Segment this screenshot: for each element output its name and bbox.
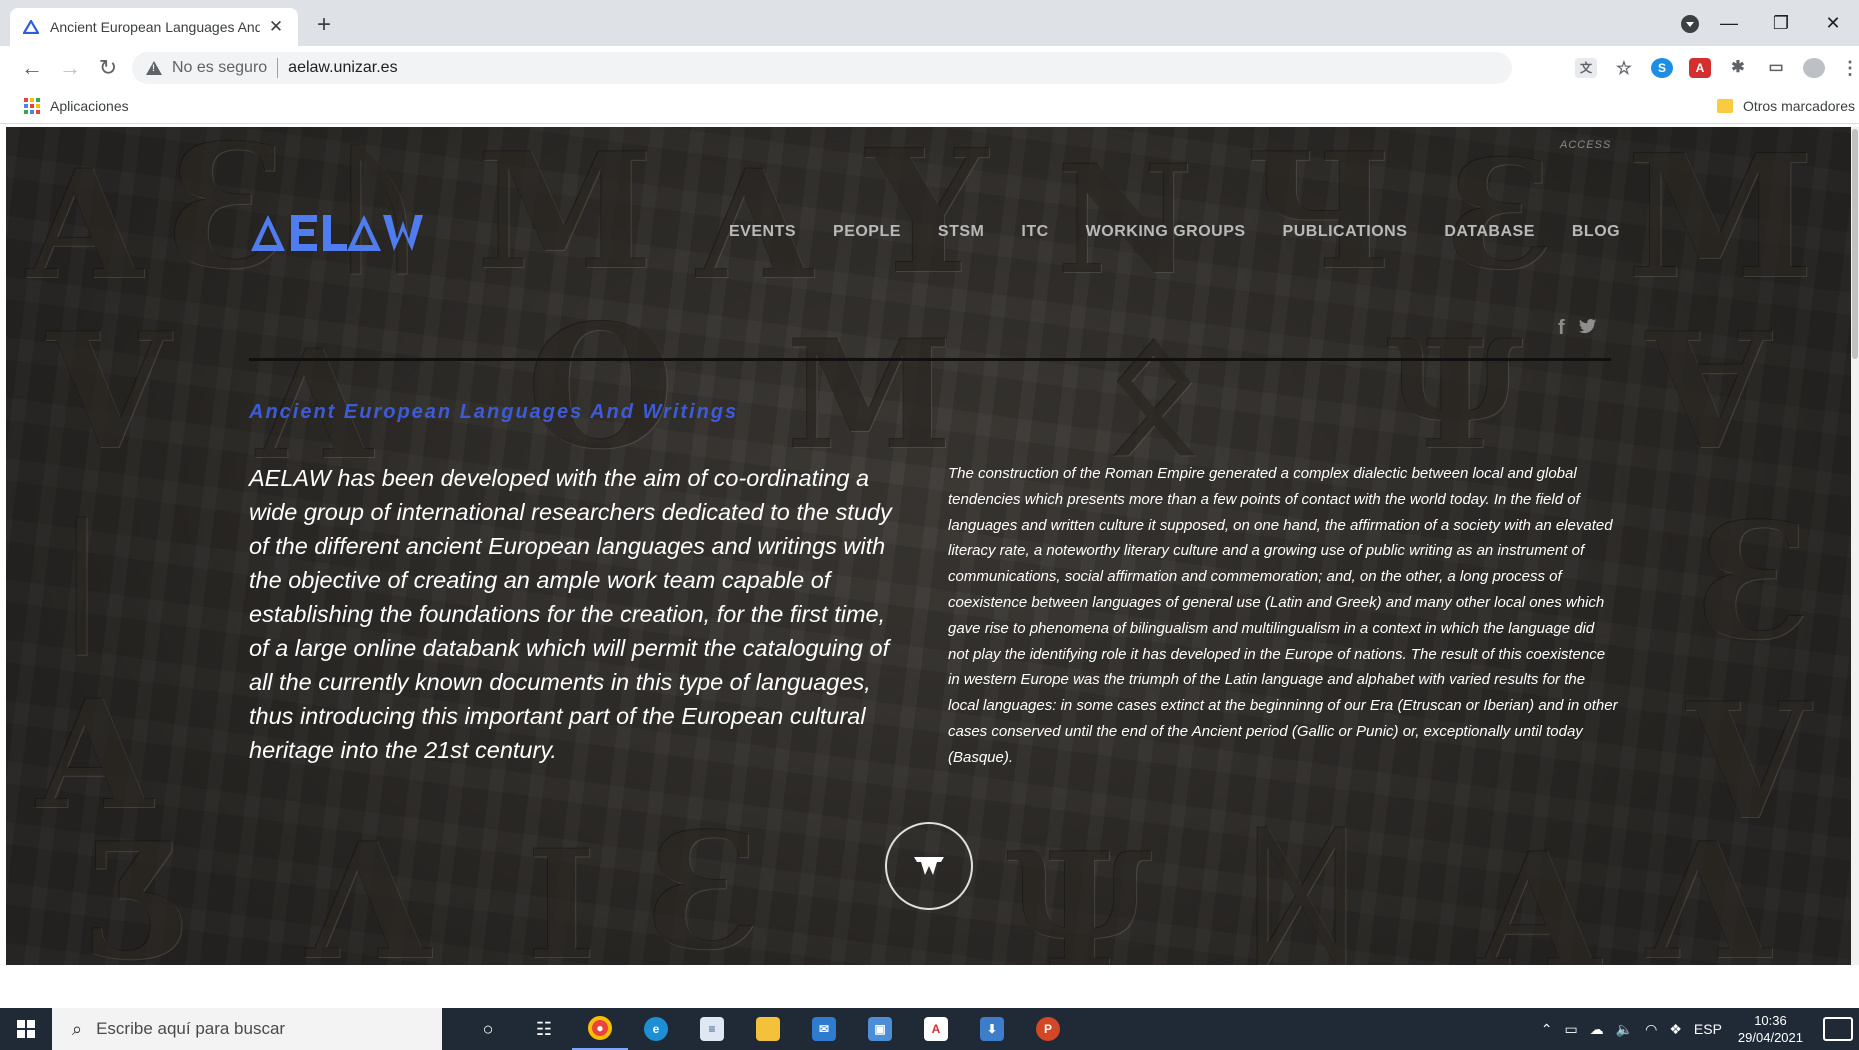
- window-controls: — ❐ ✕: [1703, 0, 1859, 46]
- aelaw-logo[interactable]: [249, 209, 425, 255]
- task-view-icon[interactable]: ☷: [516, 1008, 572, 1050]
- reload-icon[interactable]: ↻: [94, 54, 122, 82]
- intro-lead-text: AELAW has been developed with the aim of…: [249, 465, 892, 763]
- tab-search-icon[interactable]: [1681, 15, 1699, 33]
- hero-section: A Ɛ ᚢ M Λ Y N Ч Ɛ M V Ʌ O M ᛟ Ψ Ɐ ᛁ Ɛ A …: [6, 127, 1851, 965]
- file-icon[interactable]: ≡: [684, 1008, 740, 1050]
- page-scrollbar[interactable]: [1851, 127, 1859, 965]
- back-arrow-icon[interactable]: ←: [18, 54, 46, 82]
- taskbar-apps: ○ ☷ ● e ≡ ✉ ▣ A ⬇ P: [460, 1008, 1076, 1050]
- minimize-button[interactable]: —: [1703, 13, 1755, 34]
- not-secure-warning-icon[interactable]: [146, 61, 162, 75]
- file-explorer-icon[interactable]: [740, 1008, 796, 1050]
- language-indicator[interactable]: ESP: [1694, 1021, 1722, 1037]
- clock-date: 29/04/2021: [1737, 1030, 1803, 1045]
- nav-blog[interactable]: BLOG: [1572, 223, 1620, 241]
- chevron-up-icon[interactable]: ⌃: [1541, 1021, 1553, 1038]
- remote-desktop-icon[interactable]: ▣: [852, 1008, 908, 1050]
- wifi-icon[interactable]: ◠: [1645, 1021, 1657, 1038]
- tab-strip: Ancient European Languages And Writings …: [0, 0, 1859, 46]
- scroll-down-button[interactable]: [885, 822, 973, 910]
- nav-working-groups[interactable]: WORKING GROUPS: [1086, 223, 1246, 241]
- search-icon: ⌕: [72, 1018, 83, 1039]
- security-label[interactable]: No es seguro: [172, 59, 267, 77]
- address-bar[interactable]: No es seguro aelaw.unizar.es: [132, 52, 1512, 84]
- url-text[interactable]: aelaw.unizar.es: [288, 59, 397, 77]
- omnibox-divider: [277, 58, 279, 78]
- folder-icon: [1716, 99, 1733, 113]
- nav-database[interactable]: DATABASE: [1444, 223, 1535, 241]
- windows-taskbar: ⌕ Escribe aquí para buscar ○ ☷ ● e ≡ ✉ ▣…: [0, 1008, 1859, 1050]
- other-bookmarks[interactable]: Otros marcadores: [1716, 98, 1855, 114]
- download-app-icon[interactable]: ⬇: [964, 1008, 1020, 1050]
- taskbar-search[interactable]: ⌕ Escribe aquí para buscar: [52, 1008, 442, 1050]
- powerpoint-icon[interactable]: P: [1020, 1008, 1076, 1050]
- extensions-puzzle-icon[interactable]: ✱: [1727, 58, 1749, 78]
- cortana-icon[interactable]: ○: [460, 1008, 516, 1050]
- tab-title: Ancient European Languages And Writings: [50, 19, 260, 35]
- dropbox-icon[interactable]: ❖: [1669, 1021, 1682, 1038]
- site-subtitle: Ancient European Languages And Writings: [249, 401, 739, 423]
- restore-button[interactable]: ❐: [1755, 13, 1807, 34]
- w-logo-icon: [914, 857, 944, 875]
- new-tab-button[interactable]: +: [310, 12, 338, 40]
- chrome-icon[interactable]: ●: [572, 1008, 628, 1050]
- facebook-icon[interactable]: f: [1558, 317, 1565, 340]
- bookmarks-bar: Aplicaciones Otros marcadores: [0, 90, 1859, 124]
- volume-icon[interactable]: 🔈: [1616, 1021, 1633, 1038]
- header-divider: [249, 358, 1611, 361]
- nav-itc[interactable]: ITC: [1021, 223, 1048, 241]
- skype-icon[interactable]: S: [1651, 58, 1673, 78]
- extension-icons: 文 ☆ S A ✱ ▭ ⋮: [1567, 54, 1859, 82]
- system-tray: ⌃ ▭ ☁ 🔈 ◠ ❖ ESP 10:36 29/04/2021: [1535, 1008, 1859, 1050]
- social-links: f: [1558, 317, 1611, 340]
- intro-body-text: The construction of the Roman Empire gen…: [948, 465, 1618, 766]
- access-link[interactable]: ACCESS: [1560, 139, 1611, 151]
- translate-icon[interactable]: 文: [1575, 58, 1597, 78]
- other-bookmarks-label: Otros marcadores: [1742, 98, 1855, 114]
- edge-icon[interactable]: e: [628, 1008, 684, 1050]
- taskbar-search-placeholder: Escribe aquí para buscar: [96, 1019, 286, 1038]
- nav-publications[interactable]: PUBLICATIONS: [1283, 223, 1408, 241]
- apps-shortcut[interactable]: Aplicaciones: [24, 98, 129, 114]
- clock-time: 10:36: [1754, 1013, 1787, 1028]
- browser-toolbar: ← → ↻ No es seguro aelaw.unizar.es 文 ☆ S…: [0, 46, 1859, 90]
- nav-stsm[interactable]: STSM: [938, 223, 984, 241]
- nav-people[interactable]: PEOPLE: [833, 223, 901, 241]
- tab-close-icon[interactable]: ✕: [266, 17, 286, 37]
- browser-tab[interactable]: Ancient European Languages And Writings …: [10, 8, 298, 46]
- windows-logo-icon: [17, 1020, 35, 1038]
- close-window-button[interactable]: ✕: [1807, 13, 1859, 34]
- apps-label: Aplicaciones: [50, 98, 129, 114]
- aelaw-favicon-icon: [22, 18, 40, 36]
- onedrive-cloud-icon[interactable]: ☁: [1590, 1021, 1604, 1038]
- scrollbar-thumb[interactable]: [1852, 129, 1858, 359]
- cast-icon[interactable]: ▭: [1765, 58, 1787, 78]
- acrobat-icon[interactable]: A: [908, 1008, 964, 1050]
- start-button[interactable]: [0, 1008, 52, 1050]
- notifications-icon[interactable]: [1823, 1017, 1853, 1041]
- pdf-extension-icon[interactable]: A: [1689, 58, 1711, 78]
- bookmark-star-icon[interactable]: ☆: [1613, 58, 1635, 78]
- nav-events[interactable]: EVENTS: [729, 223, 796, 241]
- clock[interactable]: 10:36 29/04/2021: [1738, 1012, 1803, 1046]
- battery-icon[interactable]: ▭: [1564, 1021, 1577, 1038]
- apps-grid-icon: [24, 98, 40, 114]
- main-nav: EVENTS PEOPLE STSM ITC WORKING GROUPS PU…: [729, 223, 1620, 241]
- profile-avatar-icon[interactable]: [1803, 58, 1825, 78]
- forward-arrow-icon[interactable]: →: [56, 54, 84, 82]
- mail-icon[interactable]: ✉: [796, 1008, 852, 1050]
- twitter-icon[interactable]: [1578, 317, 1597, 340]
- menu-kebab-icon[interactable]: ⋮: [1841, 58, 1859, 78]
